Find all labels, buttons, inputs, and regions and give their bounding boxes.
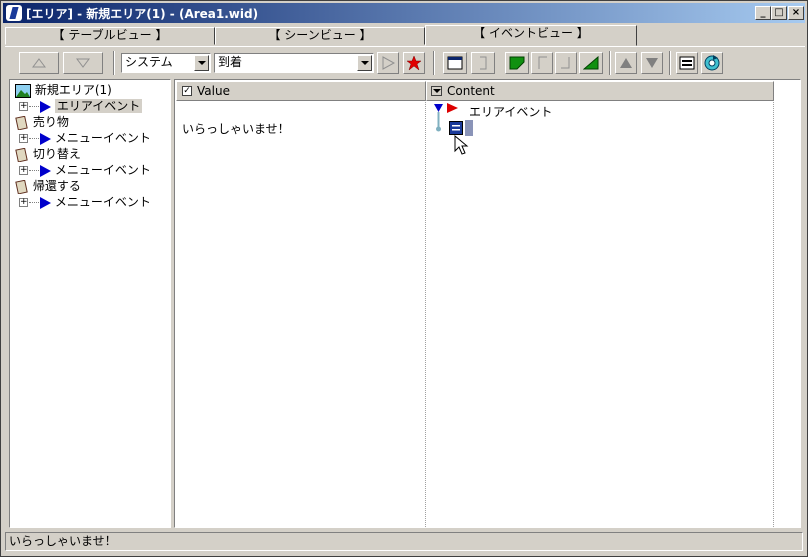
status-text: いらっしゃいませ！ bbox=[9, 534, 117, 548]
refresh-button[interactable] bbox=[701, 52, 723, 74]
down-triangle-icon bbox=[76, 58, 90, 68]
chevron-down-icon[interactable] bbox=[431, 86, 442, 96]
tab-event-view[interactable]: 【 イベントビュー 】 bbox=[425, 25, 637, 46]
insert-cursor[interactable] bbox=[465, 120, 473, 136]
tree-root-label: 新規エリア(1) bbox=[34, 83, 112, 97]
tree-item-label: メニューイベント bbox=[54, 163, 151, 177]
green-triangle-icon bbox=[583, 56, 599, 70]
check-icon[interactable]: ✓ bbox=[182, 86, 192, 96]
end-block-button[interactable] bbox=[471, 52, 495, 74]
category-select[interactable]: システム bbox=[121, 53, 211, 73]
event-arrow-icon bbox=[40, 132, 51, 145]
tree-connector bbox=[29, 106, 39, 107]
stop-button[interactable] bbox=[403, 52, 425, 74]
application-window: [エリア] - 新規エリア(1) - (Area1.wid) _ □ × 【 テ… bbox=[0, 0, 808, 557]
event-arrow-icon bbox=[40, 196, 51, 209]
toolbar-separator bbox=[609, 51, 611, 75]
refresh-icon bbox=[704, 55, 720, 71]
event-select-value: 到着 bbox=[218, 55, 243, 69]
green-branch-icon bbox=[509, 56, 525, 70]
minimize-button[interactable]: _ bbox=[755, 6, 771, 20]
tree-item-object[interactable]: 帰還する bbox=[15, 178, 81, 195]
view-tabs: 【 テーブルビュー 】 【 シーンビュー 】 【 イベントビュー 】 bbox=[5, 25, 805, 46]
tree-item-label: 売り物 bbox=[32, 115, 69, 129]
expand-icon[interactable]: + bbox=[19, 134, 28, 143]
chevron-down-icon[interactable] bbox=[357, 55, 372, 71]
event-arrow-icon bbox=[40, 164, 51, 177]
close-button[interactable]: × bbox=[788, 6, 804, 20]
tab-table-view[interactable]: 【 テーブルビュー 】 bbox=[5, 27, 215, 45]
red-star-icon bbox=[406, 55, 422, 71]
toolbar-separator bbox=[433, 51, 435, 75]
scroll-object-icon bbox=[15, 147, 28, 163]
event-arrow-icon bbox=[40, 100, 51, 113]
test-play-button[interactable] bbox=[676, 52, 698, 74]
tree-item-label: メニューイベント bbox=[54, 195, 151, 209]
value-column-label: Value bbox=[197, 84, 230, 98]
expand-icon[interactable]: + bbox=[19, 166, 28, 175]
down-triangle-icon bbox=[646, 58, 658, 68]
tree-item-label: エリアイベント bbox=[54, 99, 143, 113]
move-up-button[interactable] bbox=[19, 52, 59, 74]
window-title: [エリア] - 新規エリア(1) - (Area1.wid) bbox=[26, 7, 259, 21]
up-triangle-icon bbox=[620, 58, 632, 68]
branch-else-button[interactable] bbox=[531, 52, 553, 74]
toolbar-separator bbox=[669, 51, 671, 75]
maximize-button[interactable]: □ bbox=[771, 6, 787, 20]
play-button[interactable] bbox=[377, 52, 399, 74]
event-editor-panel[interactable]: ✓ Value Content いらっしゃいませ！ エリアイベント bbox=[174, 79, 801, 528]
app-icon[interactable] bbox=[6, 5, 22, 21]
expand-icon[interactable]: + bbox=[19, 198, 28, 207]
expand-icon[interactable]: + bbox=[19, 102, 28, 111]
bracket-end-icon bbox=[480, 56, 487, 70]
line-down-button[interactable] bbox=[641, 52, 663, 74]
move-down-button[interactable] bbox=[63, 52, 103, 74]
tree-root[interactable]: 新規エリア(1) bbox=[15, 82, 112, 98]
branch-button[interactable] bbox=[505, 52, 529, 74]
window-command-button[interactable] bbox=[443, 52, 467, 74]
tree-item-object[interactable]: 売り物 bbox=[15, 114, 69, 131]
tree-connector bbox=[29, 202, 39, 203]
event-select[interactable]: 到着 bbox=[214, 53, 374, 73]
tree-item-menu-event[interactable]: メニューイベント bbox=[40, 194, 151, 210]
landscape-image-icon bbox=[15, 83, 31, 98]
value-text[interactable]: いらっしゃいませ！ bbox=[182, 120, 290, 137]
object-tree[interactable]: 新規エリア(1) + エリアイベント 売り物 + メニューイベント 切り替え +… bbox=[9, 79, 171, 528]
toolbar: システム 到着 bbox=[5, 46, 805, 76]
content-column-label: Content bbox=[447, 84, 495, 98]
content-column-header[interactable]: Content bbox=[426, 81, 774, 101]
content-event-label[interactable]: エリアイベント bbox=[469, 103, 552, 120]
message-command-icon[interactable] bbox=[449, 121, 463, 135]
play-icon bbox=[382, 56, 395, 70]
mouse-cursor-icon bbox=[454, 135, 469, 155]
tree-item-label: メニューイベント bbox=[54, 131, 151, 145]
line-up-button[interactable] bbox=[615, 52, 637, 74]
tree-item-menu-event[interactable]: メニューイベント bbox=[40, 162, 151, 178]
tree-connector bbox=[29, 170, 39, 171]
chevron-down-icon[interactable] bbox=[194, 55, 209, 71]
up-triangle-icon bbox=[32, 58, 46, 68]
column-divider bbox=[425, 102, 426, 527]
bracket-start-icon bbox=[538, 56, 547, 69]
value-column-header[interactable]: ✓ Value bbox=[176, 81, 426, 101]
bracket-corner-icon bbox=[561, 57, 570, 69]
category-select-value: システム bbox=[125, 55, 173, 69]
tree-item-menu-event[interactable]: メニューイベント bbox=[40, 130, 151, 146]
scroll-object-icon bbox=[15, 179, 28, 195]
title-bar[interactable]: [エリア] - 新規エリア(1) - (Area1.wid) _ □ × bbox=[3, 3, 805, 23]
window-icon bbox=[447, 56, 463, 70]
tree-item-area-event[interactable]: エリアイベント bbox=[40, 98, 143, 114]
tree-item-label: 帰還する bbox=[32, 179, 81, 193]
tree-item-label: 切り替え bbox=[32, 147, 81, 161]
branch-end-button[interactable] bbox=[555, 52, 577, 74]
screen-icon bbox=[679, 56, 695, 70]
tree-connector bbox=[29, 138, 39, 139]
loop-button[interactable] bbox=[579, 52, 603, 74]
status-bar: いらっしゃいませ！ bbox=[5, 532, 803, 551]
scroll-object-icon bbox=[15, 115, 28, 131]
toolbar-separator bbox=[113, 51, 115, 75]
column-divider bbox=[773, 102, 774, 527]
tab-scene-view[interactable]: 【 シーンビュー 】 bbox=[215, 27, 425, 45]
tree-item-object[interactable]: 切り替え bbox=[15, 146, 81, 163]
